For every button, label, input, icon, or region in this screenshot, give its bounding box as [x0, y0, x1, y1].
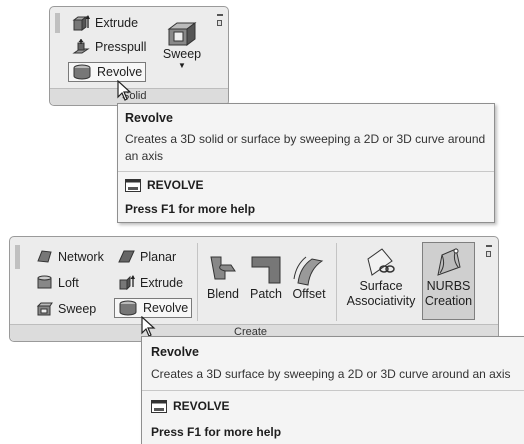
network-button[interactable]: Network — [36, 249, 104, 264]
loft-label: Loft — [58, 275, 79, 290]
nurbs-creation-line2: Creation — [424, 294, 473, 308]
sweep-label: Sweep — [58, 301, 97, 316]
presspull-label: Presspull — [95, 40, 147, 54]
revolve-label: Revolve — [97, 65, 143, 79]
planar-icon — [118, 250, 135, 263]
tooltip-help: Press F1 for more help — [125, 202, 256, 216]
mouse-cursor-icon — [141, 316, 156, 337]
revolve-icon — [73, 64, 91, 80]
panel-launcher-icon[interactable] — [217, 20, 222, 26]
command-icon — [151, 399, 167, 413]
offset-icon — [293, 256, 324, 286]
sweep-icon — [36, 302, 53, 316]
blend-button[interactable]: Blend — [205, 253, 241, 302]
patch-button[interactable]: Patch — [247, 253, 285, 302]
extrude-label: Extrude — [95, 16, 139, 30]
panel-pin-icon[interactable] — [486, 245, 492, 247]
extrude-label: Extrude — [140, 275, 184, 290]
nurbs-creation-line1: NURBS — [426, 279, 471, 293]
revolve-surface-tooltip: Revolve Creates a 3D surface by sweeping… — [141, 336, 524, 444]
extrude-icon — [72, 15, 90, 31]
create-ribbon-panel: Network Loft Sweep Planar Extrude Revolv… — [9, 236, 499, 342]
offset-button[interactable]: Offset — [289, 253, 329, 302]
tooltip-help: Press F1 for more help — [151, 425, 282, 439]
panel-grip-handle[interactable] — [15, 245, 20, 269]
surface-associativity-button[interactable]: Surface Associativity — [342, 247, 420, 309]
tooltip-command: REVOLVE — [151, 399, 229, 413]
tooltip-description: Creates a 3D solid or surface by sweepin… — [125, 132, 486, 163]
sweep-big-button[interactable]: Sweep ▼ — [160, 17, 204, 70]
panel-grip-handle[interactable] — [55, 13, 60, 33]
solid-ribbon-panel: Extrude Presspull Revolve Sweep ▼ Solid — [49, 6, 229, 106]
tooltip-title: Revolve — [151, 345, 199, 359]
sweep-solid-icon — [167, 22, 197, 46]
planar-label: Planar — [140, 249, 177, 264]
extrude-icon — [119, 275, 135, 290]
sweep-label: Sweep — [162, 47, 202, 61]
tooltip-divider — [118, 171, 494, 172]
revolve-surface-button[interactable]: Revolve — [114, 298, 193, 318]
blend-icon — [210, 256, 236, 280]
loft-button[interactable]: Loft — [36, 275, 79, 290]
revolve-button[interactable]: Revolve — [68, 62, 147, 82]
sweep-button[interactable]: Sweep — [36, 301, 96, 316]
network-label: Network — [58, 249, 104, 264]
group-divider — [336, 243, 337, 321]
surface-associativity-icon — [367, 248, 395, 276]
extrude-button[interactable]: Extrude — [72, 15, 138, 31]
tooltip-divider — [142, 390, 524, 391]
tooltip-command-name: REVOLVE — [173, 399, 230, 413]
offset-label: Offset — [292, 287, 326, 301]
loft-icon — [37, 275, 52, 289]
nurbs-creation-button[interactable]: NURBS Creation — [422, 242, 475, 320]
network-icon — [37, 250, 52, 263]
panel-pin-icon[interactable] — [217, 14, 223, 16]
tooltip-command: REVOLVE — [125, 178, 203, 192]
blend-label: Blend — [207, 287, 239, 301]
tooltip-description: Creates a 3D surface by sweeping a 2D or… — [151, 367, 511, 381]
presspull-icon — [72, 39, 90, 54]
group-divider — [197, 243, 198, 321]
mouse-cursor-icon — [117, 80, 132, 101]
patch-label: Patch — [250, 287, 282, 301]
panel-launcher-icon[interactable] — [486, 251, 491, 257]
revolve-label: Revolve — [143, 301, 189, 315]
command-icon — [125, 178, 141, 192]
extrude-surface-button[interactable]: Extrude — [118, 275, 183, 290]
tooltip-title: Revolve — [125, 111, 173, 125]
planar-button[interactable]: Planar — [118, 249, 176, 264]
revolve-icon — [119, 300, 137, 316]
surface-associativity-line2: Associativity — [346, 294, 416, 308]
surface-associativity-line1: Surface — [359, 279, 403, 293]
presspull-button[interactable]: Presspull — [72, 39, 146, 55]
nurbs-creation-icon — [436, 248, 461, 276]
revolve-tooltip: Revolve Creates a 3D solid or surface by… — [117, 103, 495, 223]
tooltip-command-name: REVOLVE — [147, 178, 204, 192]
chevron-down-icon: ▼ — [178, 61, 186, 70]
patch-icon — [251, 256, 281, 284]
